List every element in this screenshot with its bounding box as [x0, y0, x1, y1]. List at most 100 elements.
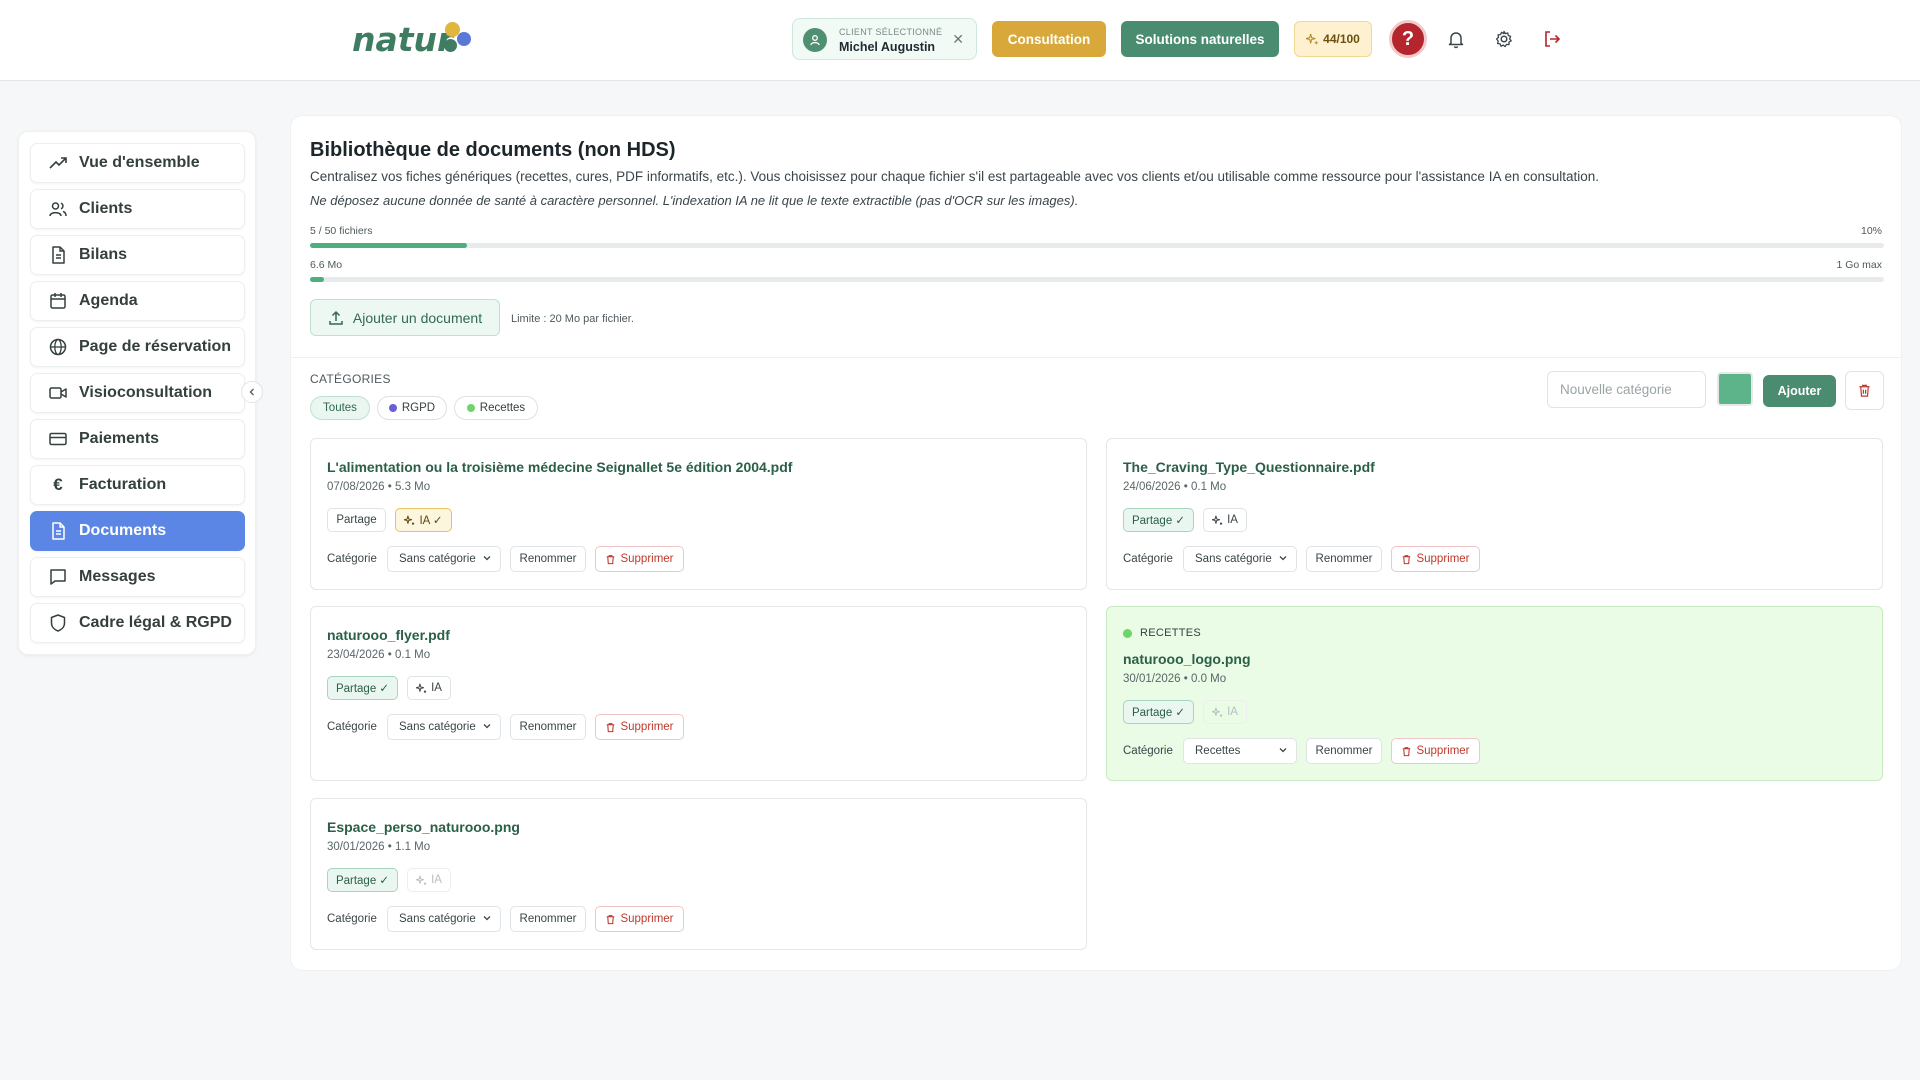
category-select-value: Sans catégorie [399, 553, 476, 565]
sidebar-item-bilans[interactable]: Bilans [30, 235, 245, 275]
delete-button[interactable]: Supprimer [1391, 546, 1480, 572]
add-document-button[interactable]: Ajouter un document [310, 299, 500, 336]
add-document-label: Ajouter un document [352, 309, 483, 326]
chevron-down-icon [483, 724, 491, 729]
add-category-button[interactable]: Ajouter [1763, 375, 1836, 407]
delete-button[interactable]: Supprimer [595, 714, 684, 740]
ia-toggle[interactable]: IA [407, 868, 451, 892]
category-select[interactable]: Recettes [1183, 738, 1297, 764]
chevron-down-icon [483, 556, 491, 561]
share-toggle[interactable]: Partage ✓ [1123, 700, 1194, 724]
chevron-down-icon [1279, 748, 1287, 753]
sidebar-item-label: Paiements [79, 430, 160, 447]
trash-icon [1859, 384, 1870, 397]
document-icon [52, 522, 65, 540]
category-color-dot [388, 404, 397, 412]
page-warning: Ne déposez aucune donnée de santé à cara… [310, 193, 1079, 208]
upload-limit-text: Limite : 20 Mo par fichier. [511, 313, 634, 325]
delete-category-button[interactable] [1845, 371, 1884, 410]
rename-button[interactable]: Renommer [510, 546, 586, 572]
rename-button[interactable]: Renommer [1306, 546, 1382, 572]
rename-button[interactable]: Renommer [1306, 738, 1382, 764]
files-usage-bar [310, 243, 1884, 248]
category-select[interactable]: Sans catégorie [1183, 546, 1297, 572]
document-name[interactable]: naturooo_flyer.pdf [327, 627, 450, 643]
bell-icon[interactable] [1444, 27, 1468, 51]
document-card: L'alimentation ou la troisième médecine … [310, 438, 1087, 590]
category-filter-rgpd[interactable]: RGPD [377, 396, 447, 420]
sidebar-item-label: Visioconsultation [79, 384, 213, 401]
sidebar-item-label: Clients [79, 200, 133, 217]
category-color-dot [466, 404, 475, 412]
document-card: The_Craving_Type_Questionnaire.pdf 24/06… [1106, 438, 1883, 590]
sparkles-icon [404, 515, 415, 525]
brand-logo[interactable]: natur [352, 18, 482, 62]
sidebar-item-facturation[interactable]: € Facturation [30, 465, 245, 505]
sidebar-item-paiements[interactable]: Paiements [30, 419, 245, 459]
ia-toggle[interactable]: IA [1203, 508, 1247, 532]
euro-icon: € [53, 475, 63, 494]
category-select[interactable]: Sans catégorie [387, 714, 501, 740]
share-toggle[interactable]: Partage ✓ [1123, 508, 1194, 532]
share-toggle-label: Partage ✓ [1131, 707, 1186, 719]
document-meta: 23/04/2026 • 0.1 Mo [327, 649, 431, 661]
video-icon [49, 387, 67, 399]
ia-toggle[interactable]: IA ✓ [395, 508, 452, 532]
document-category-tag: RECETTES [1123, 627, 1201, 639]
sparkles-icon [1212, 515, 1223, 525]
document-card: RECETTES naturooo_logo.png 30/01/2026 • … [1106, 606, 1883, 781]
category-color-picker[interactable] [1717, 372, 1753, 406]
category-filter-toutes[interactable]: Toutes [310, 396, 370, 420]
document-card: Espace_perso_naturooo.png 30/01/2026 • 1… [310, 798, 1087, 950]
solutions-naturelles-button[interactable]: Solutions naturelles [1121, 21, 1279, 57]
ai-credits-badge[interactable]: 44/100 [1294, 21, 1372, 57]
sidebar-item-vue-ensemble[interactable]: Vue d'ensemble [30, 143, 245, 183]
trash-icon [1403, 554, 1411, 564]
sidebar-item-cadre-legal[interactable]: Cadre légal & RGPD [30, 603, 245, 643]
client-name: Michel Augustin [839, 40, 936, 54]
message-icon [50, 569, 66, 585]
category-select[interactable]: Sans catégorie [387, 906, 501, 932]
category-select-value: Recettes [1195, 745, 1241, 757]
sidebar-item-visioconsultation[interactable]: Visioconsultation [30, 373, 245, 413]
document-name[interactable]: naturooo_logo.png [1123, 651, 1251, 667]
share-toggle-label: Partage [336, 514, 377, 526]
category-filter-recettes[interactable]: Recettes [454, 396, 538, 420]
chevron-left-icon [249, 388, 254, 396]
category-select-value: Sans catégorie [1195, 553, 1272, 565]
selected-client-chip[interactable]: CLIENT SÉLECTIONNÉ Michel Augustin ✕ [792, 18, 977, 60]
credit-card-icon [49, 432, 67, 446]
document-name[interactable]: Espace_perso_naturooo.png [327, 819, 520, 835]
ia-toggle[interactable]: IA [1203, 700, 1247, 724]
help-icon[interactable]: ? [1389, 20, 1427, 58]
delete-button[interactable]: Supprimer [1391, 738, 1480, 764]
rename-button[interactable]: Renommer [510, 906, 586, 932]
delete-button[interactable]: Supprimer [595, 906, 684, 932]
category-label: Catégorie [327, 553, 377, 565]
sidebar-item-page-reservation[interactable]: Page de réservation [30, 327, 245, 367]
collapse-sidebar-button[interactable] [241, 381, 263, 403]
sidebar-item-agenda[interactable]: Agenda [30, 281, 245, 321]
user-icon [803, 28, 827, 52]
share-toggle[interactable]: Partage ✓ [327, 676, 398, 700]
sidebar-item-documents[interactable]: Documents [30, 511, 245, 551]
close-icon[interactable]: ✕ [952, 31, 964, 48]
consultation-button[interactable]: Consultation [992, 21, 1106, 57]
delete-button[interactable]: Supprimer [595, 546, 684, 572]
document-name[interactable]: L'alimentation ou la troisième médecine … [327, 459, 792, 475]
sidebar-item-clients[interactable]: Clients [30, 189, 245, 229]
gear-icon[interactable] [1492, 27, 1516, 51]
sidebar-item-label: Vue d'ensemble [79, 154, 200, 171]
logout-icon[interactable] [1540, 27, 1564, 51]
category-select[interactable]: Sans catégorie [387, 546, 501, 572]
page-description: Centralisez vos fiches génériques (recet… [310, 169, 1600, 184]
sidebar-item-messages[interactable]: Messages [30, 557, 245, 597]
share-toggle[interactable]: Partage [327, 508, 386, 532]
share-toggle[interactable]: Partage ✓ [327, 868, 398, 892]
document-name[interactable]: The_Craving_Type_Questionnaire.pdf [1123, 459, 1375, 475]
document-meta: 24/06/2026 • 0.1 Mo [1123, 481, 1227, 493]
rename-button[interactable]: Renommer [510, 714, 586, 740]
storage-max-label: 1 Go max [1836, 259, 1882, 271]
ia-toggle[interactable]: IA [407, 676, 451, 700]
new-category-input[interactable]: Nouvelle catégorie [1547, 371, 1706, 408]
